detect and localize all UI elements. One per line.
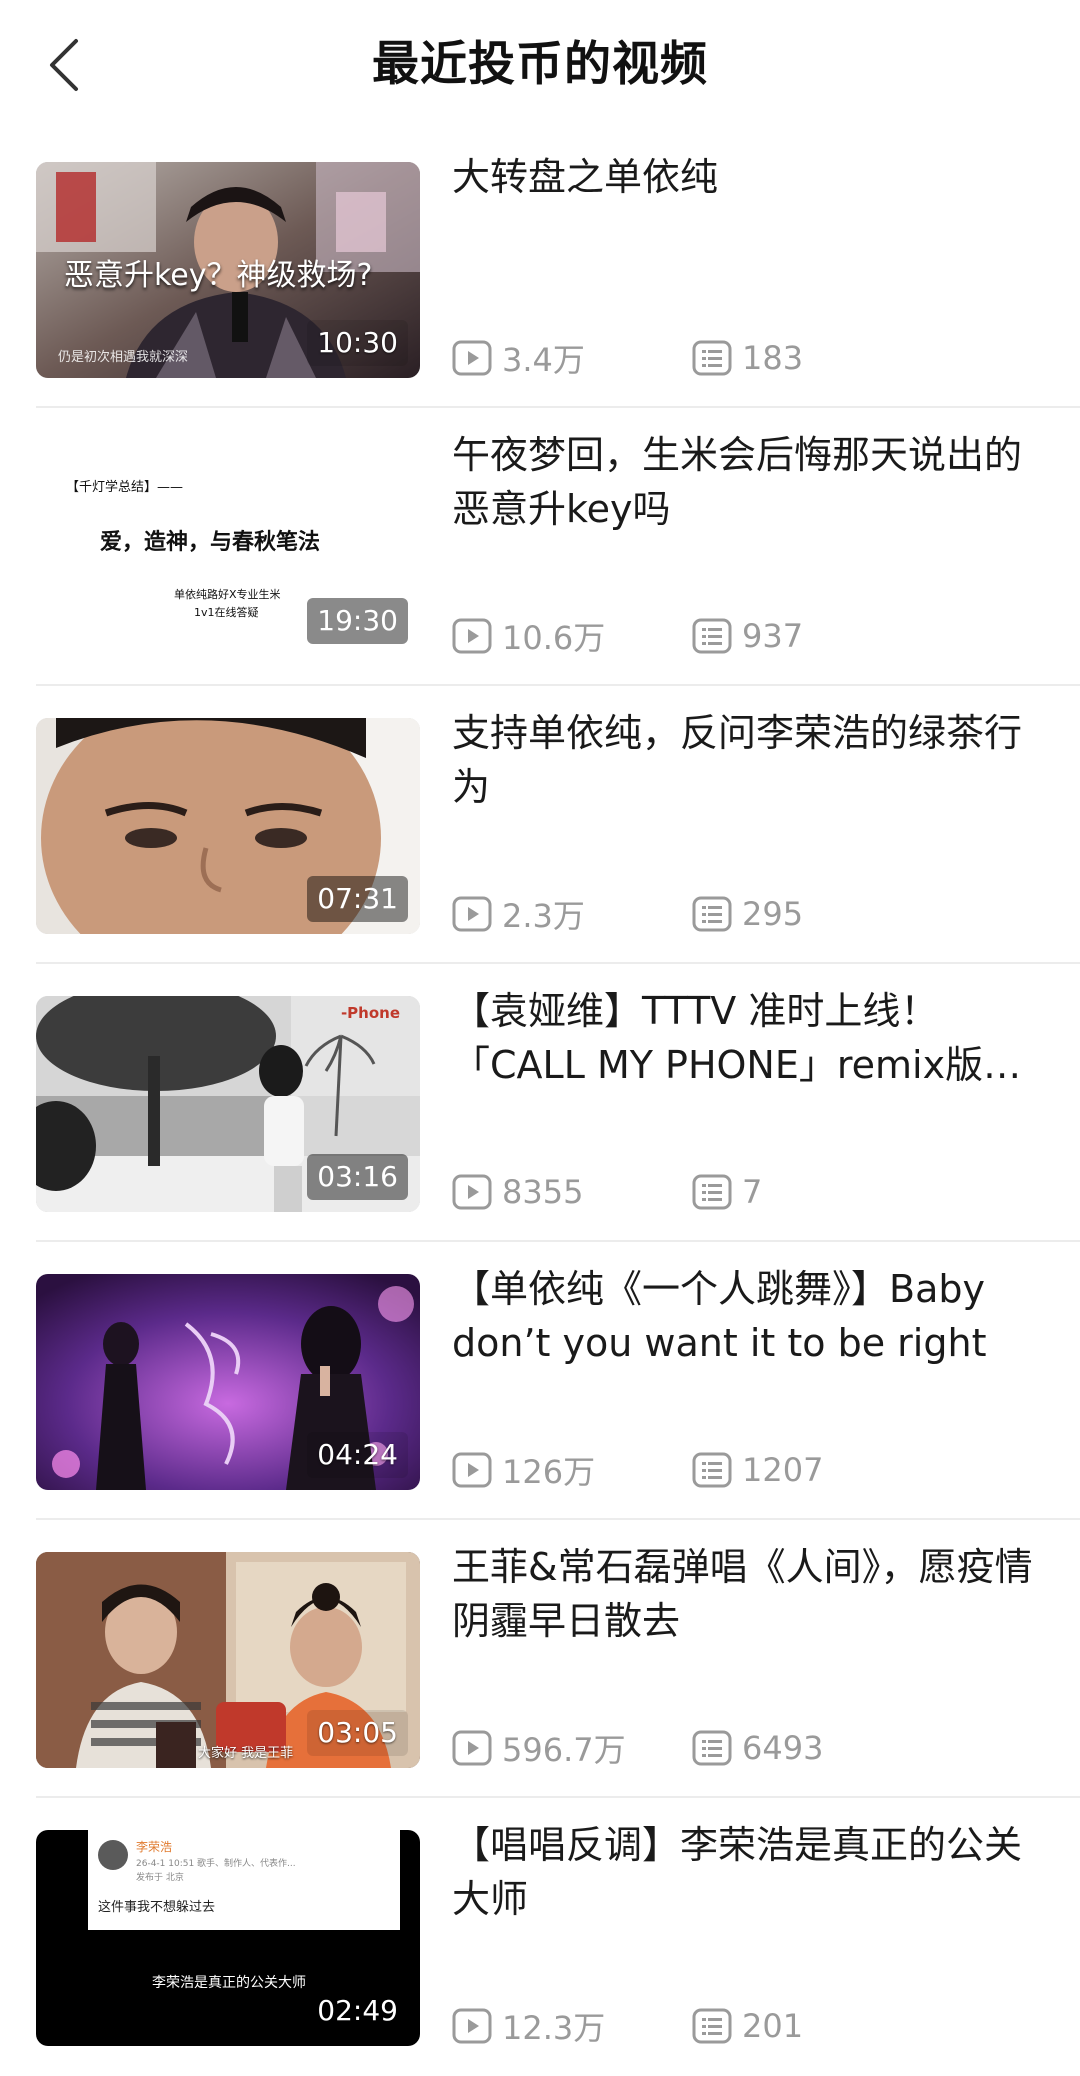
video-duration: 03:16 xyxy=(307,1154,408,1200)
comment-count: 201 xyxy=(692,2007,803,2045)
thumbnail-location: 发布于 北京 xyxy=(136,1873,184,1883)
avatar xyxy=(98,1840,128,1870)
thumbnail-meta: 26-4-1 10:51 歌手、制作人、代表作... xyxy=(136,1859,296,1869)
video-title[interactable]: 大转盘之单依纯 xyxy=(452,150,1052,204)
page-title: 最近投币的视频 xyxy=(372,37,708,92)
video-thumbnail[interactable]: 04:24 xyxy=(36,1274,420,1490)
view-count: 2.3万 xyxy=(452,891,692,937)
comment-count: 183 xyxy=(692,339,803,377)
video-title[interactable]: 支持单依纯，反问李荣浩的绿茶行为 xyxy=(452,706,1052,814)
view-count: 596.7万 xyxy=(452,1725,692,1771)
view-count: 10.6万 xyxy=(452,613,692,659)
comment-icon xyxy=(692,2008,732,2044)
comment-count-text: 6493 xyxy=(742,1729,824,1767)
video-title[interactable]: 【单依纯《一个人跳舞》】Baby don’t you want it to be… xyxy=(452,1262,1052,1370)
play-icon xyxy=(452,2008,492,2044)
video-item[interactable]: 04:24 【单依纯《一个人跳舞》】Baby don’t you want it… xyxy=(0,1242,1080,1520)
video-thumbnail[interactable]: 恶意升key？神级救场? 仍是初次相遇我就深深 10:30 xyxy=(36,162,420,378)
video-item[interactable]: 大家好 我是王菲 03:05 王菲&常石磊弹唱《人间》，愿疫情阴霾早日散去 59… xyxy=(0,1520,1080,1798)
view-count-text: 8355 xyxy=(502,1173,584,1211)
video-item[interactable]: 【千灯学总结】—— 爱，造神，与春秋笔法 单依纯路好X专业生米 1v1在线答疑 … xyxy=(0,408,1080,686)
view-count-text: 596.7万 xyxy=(502,1731,626,1769)
view-count-text: 12.3万 xyxy=(502,2009,606,2047)
thumbnail-caption: 恶意升key？神级救场? xyxy=(64,258,373,293)
video-list: 恶意升key？神级救场? 仍是初次相遇我就深深 10:30 大转盘之单依纯 3.… xyxy=(0,130,1080,2076)
video-stats: 12.3万 201 xyxy=(452,2004,803,2048)
comment-count-text: 183 xyxy=(742,339,804,377)
comment-count-text: 937 xyxy=(742,617,804,655)
comment-count: 295 xyxy=(692,895,803,933)
play-icon xyxy=(452,1174,492,1210)
video-duration: 19:30 xyxy=(307,598,408,644)
comment-count: 937 xyxy=(692,617,803,655)
comment-icon xyxy=(692,1730,732,1766)
header: 最近投币的视频 xyxy=(0,0,1080,130)
video-thumbnail[interactable]: 李荣浩 26-4-1 10:51 歌手、制作人、代表作... 发布于 北京 这件… xyxy=(36,1830,420,2046)
comment-count: 6493 xyxy=(692,1729,823,1767)
video-stats: 126万 1207 xyxy=(452,1448,823,1492)
video-thumbnail[interactable]: 大家好 我是王菲 03:05 xyxy=(36,1552,420,1768)
video-stats: 10.6万 937 xyxy=(452,614,803,658)
comment-count: 1207 xyxy=(692,1451,823,1489)
comment-count-text: 1207 xyxy=(742,1451,824,1489)
thumbnail-subcaption: 仍是初次相遇我就深深 xyxy=(58,350,189,365)
video-title[interactable]: 王菲&常石磊弹唱《人间》，愿疫情阴霾早日散去 xyxy=(452,1540,1052,1648)
video-title[interactable]: 【唱唱反调】李荣浩是真正的公关大师 xyxy=(452,1818,1052,1926)
video-stats: 2.3万 295 xyxy=(452,892,803,936)
thumbnail-post-card: 李荣浩 26-4-1 10:51 歌手、制作人、代表作... 发布于 北京 这件… xyxy=(88,1830,400,1930)
play-icon xyxy=(452,1452,492,1488)
thumbnail-tag: -Phone xyxy=(340,1004,400,1022)
comment-icon xyxy=(692,896,732,932)
thumbnail-caption: 李荣浩是真正的公关大师 xyxy=(152,1975,306,1991)
video-duration: 02:49 xyxy=(307,1988,408,2034)
video-thumbnail[interactable]: 07:31 xyxy=(36,718,420,934)
video-duration: 03:05 xyxy=(307,1710,408,1756)
thumbnail-headline: 爱，造神，与春秋笔法 xyxy=(100,530,321,555)
thumbnail-post-text: 这件事我不想躲过去 xyxy=(98,1900,216,1915)
comment-count: 7 xyxy=(692,1173,762,1211)
comment-icon xyxy=(692,618,732,654)
video-item[interactable]: -Phone 03:16 【袁娅维】TTTV 准时上线！「CALL MY PHO… xyxy=(0,964,1080,1242)
view-count: 3.4万 xyxy=(452,335,692,381)
video-title[interactable]: 【袁娅维】TTTV 准时上线！「CALL MY PHONE」remix版… xyxy=(452,984,1052,1092)
play-icon xyxy=(452,618,492,654)
view-count: 12.3万 xyxy=(452,2003,692,2049)
video-duration: 07:31 xyxy=(307,876,408,922)
thumbnail-line: 1v1在线答疑 xyxy=(194,606,259,619)
comment-icon xyxy=(692,1174,732,1210)
view-count-text: 2.3万 xyxy=(502,897,585,935)
thumbnail-caption: 大家好 我是王菲 xyxy=(198,1746,294,1761)
thumbnail-tag: 【千灯学总结】—— xyxy=(66,480,184,495)
thumbnail-line: 单依纯路好X专业生米 xyxy=(174,588,281,601)
video-thumbnail[interactable]: 【千灯学总结】—— 爱，造神，与春秋笔法 单依纯路好X专业生米 1v1在线答疑 … xyxy=(36,440,420,656)
view-count-text: 126万 xyxy=(502,1453,596,1491)
comment-icon xyxy=(692,340,732,376)
video-duration: 04:24 xyxy=(307,1432,408,1478)
video-stats: 3.4万 183 xyxy=(452,336,803,380)
comment-count-text: 7 xyxy=(742,1173,763,1211)
view-count: 126万 xyxy=(452,1447,692,1493)
comment-count-text: 201 xyxy=(742,2007,804,2045)
video-item[interactable]: 李荣浩 26-4-1 10:51 歌手、制作人、代表作... 发布于 北京 这件… xyxy=(0,1798,1080,2076)
view-count: 8355 xyxy=(452,1173,692,1211)
video-duration: 10:30 xyxy=(307,320,408,366)
video-stats: 8355 7 xyxy=(452,1170,762,1214)
thumbnail-author: 李荣浩 xyxy=(136,1840,173,1854)
comment-icon xyxy=(692,1452,732,1488)
view-count-text: 3.4万 xyxy=(502,341,585,379)
play-icon xyxy=(452,896,492,932)
video-thumbnail[interactable]: -Phone 03:16 xyxy=(36,996,420,1212)
play-icon xyxy=(452,1730,492,1766)
play-icon xyxy=(452,340,492,376)
video-stats: 596.7万 6493 xyxy=(452,1726,823,1770)
video-item[interactable]: 恶意升key？神级救场? 仍是初次相遇我就深深 10:30 大转盘之单依纯 3.… xyxy=(0,130,1080,408)
comment-count-text: 295 xyxy=(742,895,804,933)
video-item[interactable]: 07:31 支持单依纯，反问李荣浩的绿茶行为 2.3万 295 xyxy=(0,686,1080,964)
view-count-text: 10.6万 xyxy=(502,619,606,657)
video-title[interactable]: 午夜梦回，生米会后悔那天说出的恶意升key吗 xyxy=(452,428,1052,536)
